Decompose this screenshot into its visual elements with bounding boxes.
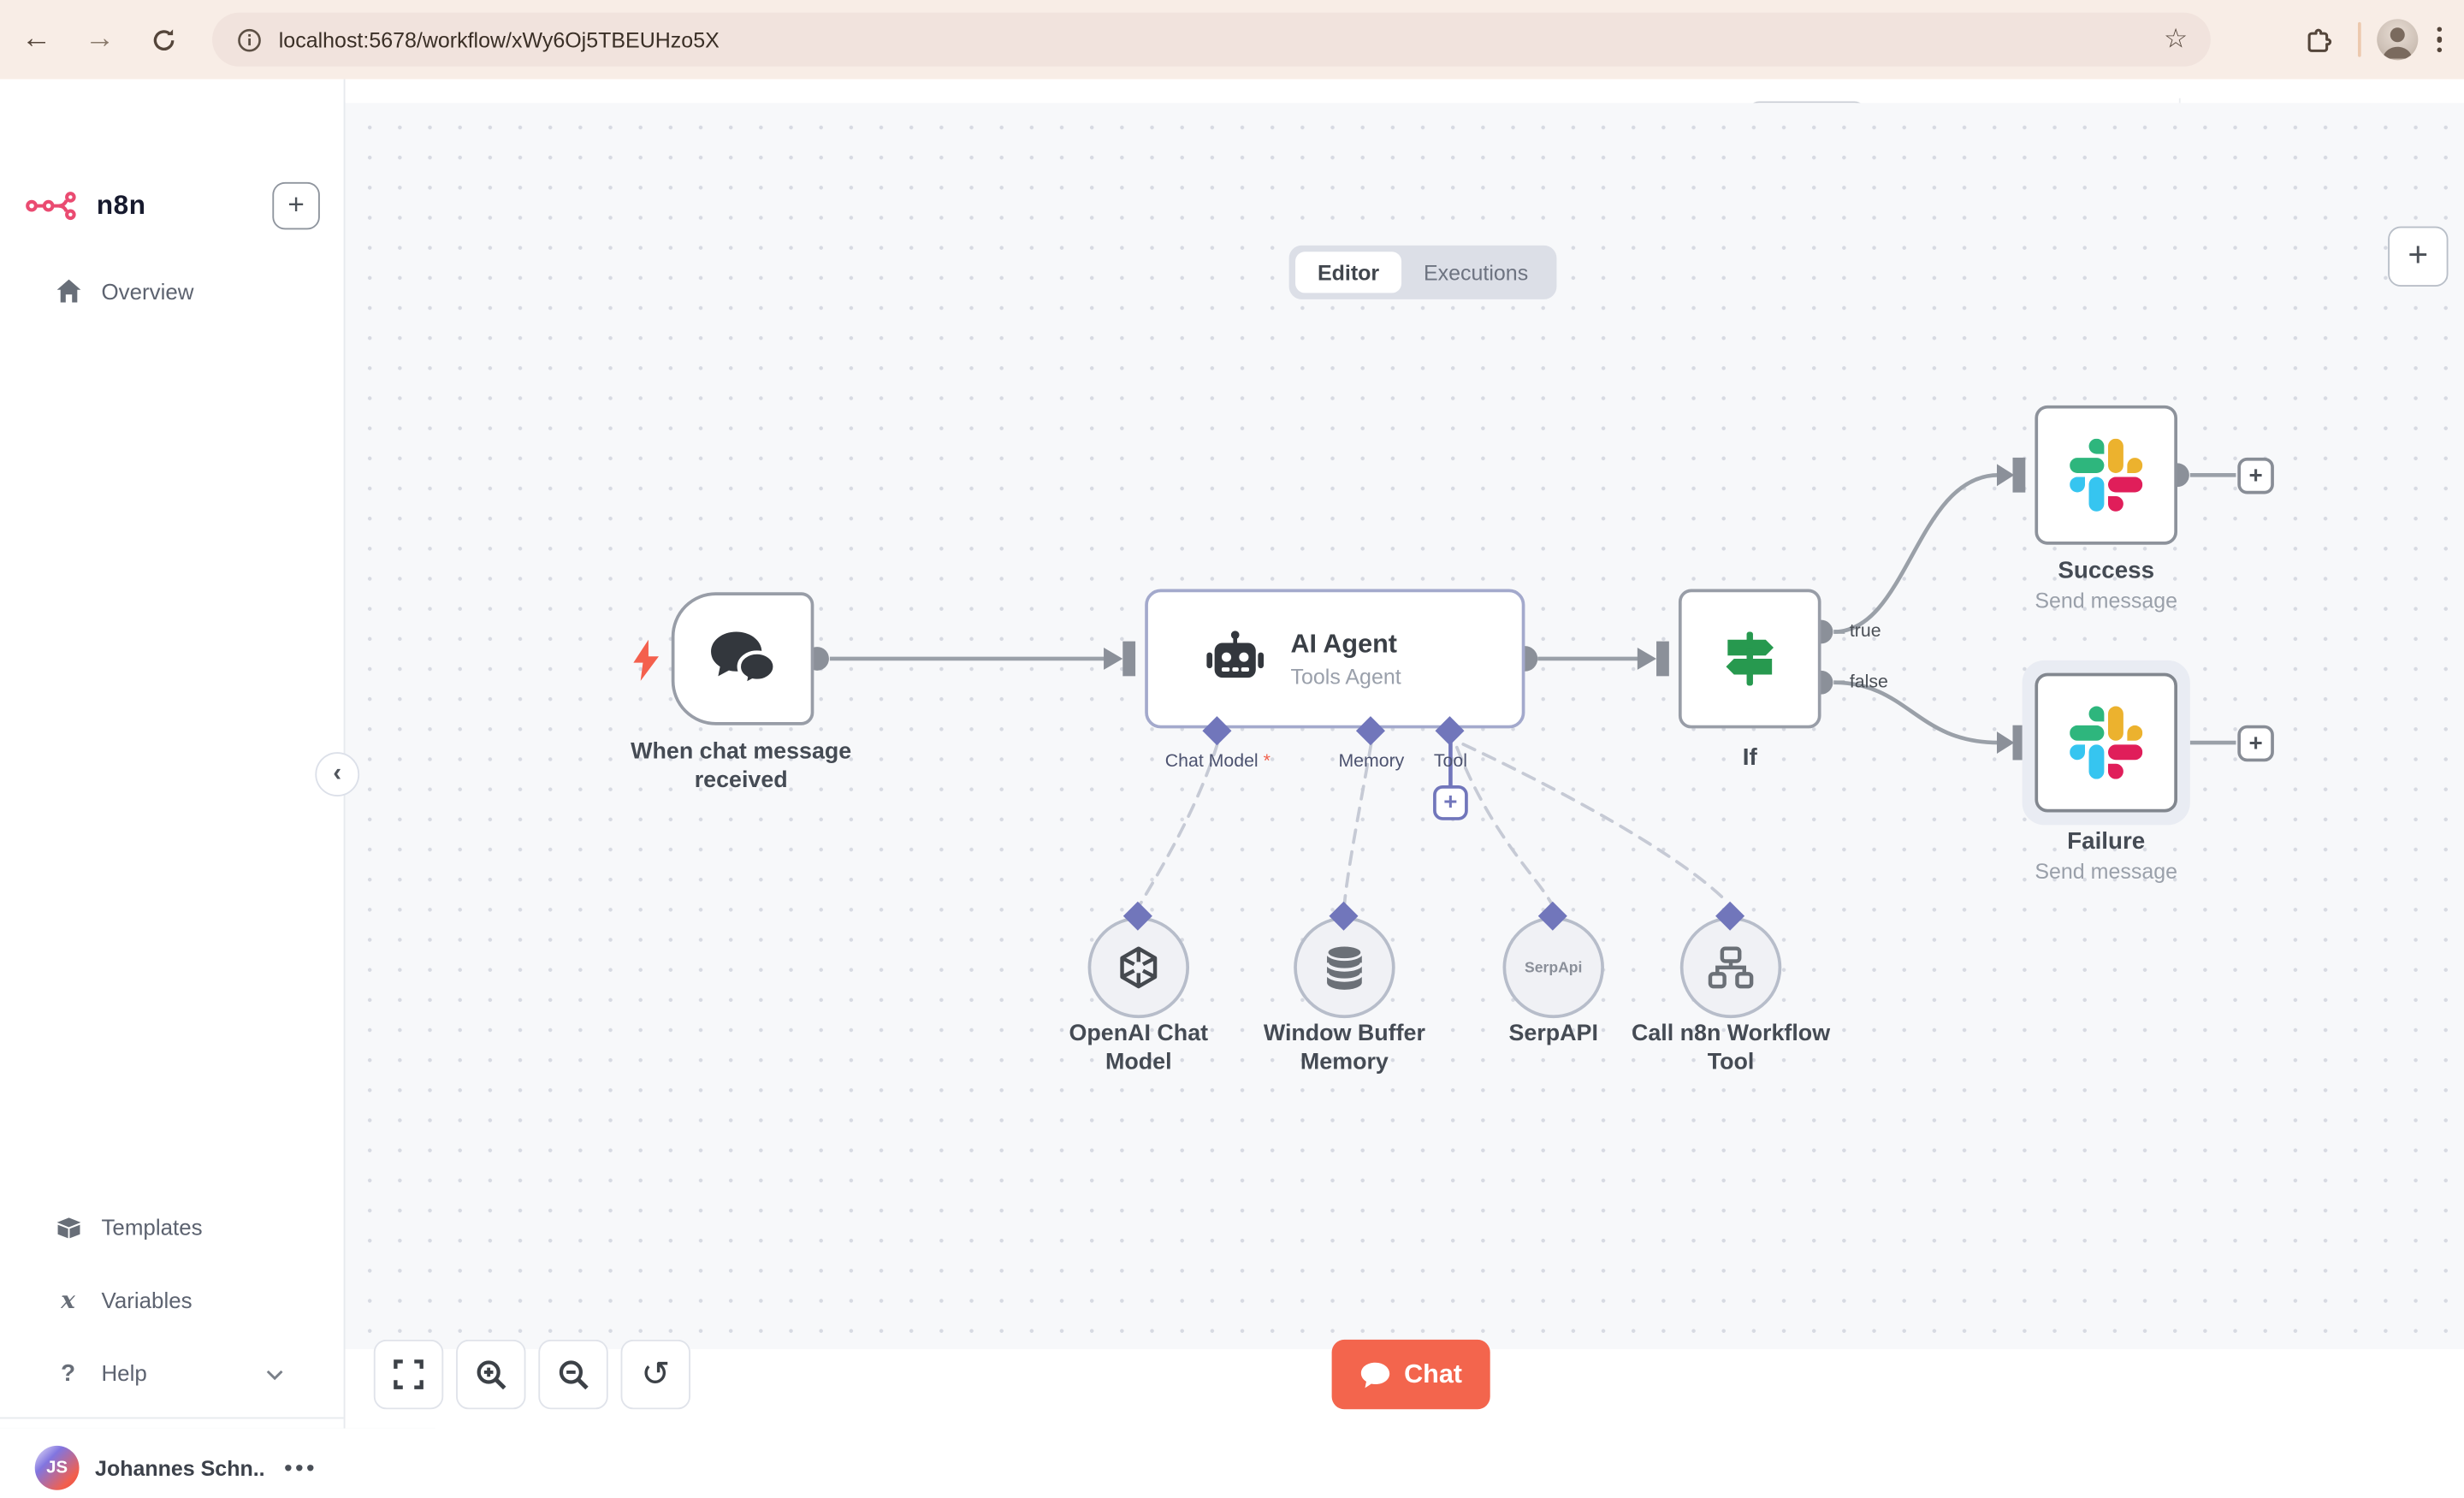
browser-profile-avatar[interactable] <box>2376 19 2418 61</box>
zoom-in-button[interactable] <box>456 1339 526 1410</box>
browser-actions <box>2294 0 2464 80</box>
node-window-buffer-memory[interactable] <box>1294 916 1395 1019</box>
node-label: SerpAPI <box>1508 1021 1598 1047</box>
browser-back-icon[interactable]: ← <box>9 13 63 67</box>
slack-icon <box>2070 706 2143 779</box>
add-node-canvas-button[interactable]: + <box>2388 226 2449 287</box>
canvas-controls: ↺ <box>373 1339 690 1410</box>
node-call-n8n-workflow-tool[interactable] <box>1679 916 1782 1019</box>
n8n-logo[interactable]: n8n <box>26 177 146 234</box>
node-openai-chat-model[interactable] <box>1087 916 1190 1019</box>
variable-x-icon: x <box>61 1285 75 1315</box>
fit-view-icon <box>394 1359 424 1389</box>
node-label: If <box>1742 743 1757 772</box>
add-tool-button[interactable]: + <box>1433 785 1468 820</box>
chat-button-label: Chat <box>1404 1359 1462 1388</box>
robot-icon <box>1206 631 1265 678</box>
output-label-true: true <box>1849 622 1881 642</box>
serpapi-icon-text: SerpApi <box>1525 958 1583 977</box>
browser-reload-icon[interactable] <box>136 13 190 67</box>
sidebar-item-label: Variables <box>101 1287 192 1313</box>
extensions-icon[interactable] <box>2294 16 2342 64</box>
sidebar-item-label: Overview <box>101 278 194 305</box>
node-label: Failure <box>2067 828 2146 856</box>
toolbar-divider <box>2357 21 2360 57</box>
n8n-app-window: ← → localhost:5678/workflow/xWy6Oj5TBEUH… <box>0 0 2464 1490</box>
browser-toolbar: ← → localhost:5678/workflow/xWy6Oj5TBEUH… <box>0 0 2464 80</box>
chat-bubble-icon <box>1360 1361 1389 1388</box>
node-label: OpenAI Chat Model <box>1069 1021 1209 1075</box>
port-label: Chat Model <box>1164 752 1259 772</box>
output-label-false: false <box>1849 672 1888 692</box>
node-title: AI Agent <box>1290 629 1397 659</box>
sidebar-collapse-button[interactable]: ‹ <box>315 752 360 797</box>
new-workflow-button[interactable]: + <box>272 181 320 230</box>
person-icon <box>2381 27 2412 59</box>
port-label: Memory <box>1338 752 1405 772</box>
node-sublabel: Send message <box>2035 860 2178 884</box>
node-label: Call n8n Workflow Tool <box>1631 1021 1831 1075</box>
node-when-chat-message-received[interactable] <box>671 592 814 725</box>
browser-forward-icon[interactable]: → <box>73 13 127 67</box>
sidebar-item-templates[interactable]: Templates <box>0 1204 345 1252</box>
signpost-icon <box>1726 631 1774 686</box>
node-label: Success <box>2058 557 2155 584</box>
tab-executions[interactable]: Executions <box>1401 252 1550 293</box>
chat-button[interactable]: Chat <box>1331 1339 1490 1410</box>
node-failure[interactable] <box>2035 672 2177 813</box>
database-icon <box>1325 944 1364 990</box>
zoom-in-icon <box>476 1359 506 1389</box>
site-info-icon[interactable] <box>225 16 273 64</box>
box-icon <box>54 1216 82 1240</box>
sidebar-item-label: Help <box>101 1359 147 1386</box>
browser-menu-icon[interactable] <box>2436 27 2443 53</box>
view-tabs: Editor Executions <box>1288 245 1557 299</box>
trigger-bolt-icon <box>633 639 659 681</box>
sidebar-item-overview[interactable]: Overview <box>0 268 345 316</box>
zoom-out-button[interactable] <box>538 1339 608 1410</box>
chevron-down-icon <box>266 1360 283 1386</box>
user-options-icon[interactable] <box>285 1465 314 1471</box>
n8n-logo-icon <box>26 192 76 221</box>
zoom-to-fit-button[interactable] <box>373 1339 444 1410</box>
sidebar-item-label: Templates <box>101 1214 203 1240</box>
openai-icon <box>1120 946 1158 989</box>
sidebar: n8n + Overview Templates x Variables ? H… <box>0 79 346 1490</box>
node-label: Window Buffer Memory <box>1263 1021 1425 1075</box>
address-bar[interactable]: localhost:5678/workflow/xWy6Oj5TBEUHzo5X… <box>212 12 2211 67</box>
question-icon: ? <box>61 1359 76 1387</box>
node-subtitle: Tools Agent <box>1290 664 1401 689</box>
port-label: Tool <box>1433 752 1467 772</box>
sidebar-divider <box>0 1417 344 1419</box>
home-icon <box>54 279 82 305</box>
agent-text-block: AI Agent Tools Agent <box>1290 630 1401 688</box>
sidebar-item-help[interactable]: ? Help <box>0 1349 345 1397</box>
node-success[interactable] <box>2035 405 2177 545</box>
node-sublabel: Send message <box>2035 589 2178 613</box>
avatar: JS <box>34 1445 80 1490</box>
reset-zoom-button[interactable]: ↺ <box>620 1339 690 1410</box>
add-node-button[interactable]: + <box>2237 725 2274 762</box>
logo-text: n8n <box>96 190 146 221</box>
sidebar-item-variables[interactable]: x Variables <box>0 1276 345 1324</box>
sitemap-icon <box>1708 946 1754 989</box>
user-name: Johannes Schn... <box>95 1455 266 1480</box>
add-node-button[interactable]: + <box>2237 457 2274 494</box>
url-text: localhost:5678/workflow/xWy6Oj5TBEUHzo5X <box>278 27 720 52</box>
bookmark-star-icon[interactable]: ☆ <box>2160 24 2192 56</box>
zoom-out-icon <box>558 1359 588 1389</box>
tab-editor[interactable]: Editor <box>1295 252 1402 293</box>
puzzle-icon <box>2307 27 2332 51</box>
slack-icon <box>2070 438 2143 512</box>
node-serpapi[interactable]: SerpApi <box>1502 916 1604 1019</box>
user-menu[interactable]: JS Johannes Schn... <box>0 1438 345 1498</box>
info-icon <box>237 27 260 51</box>
undo-icon: ↺ <box>641 1353 671 1394</box>
chat-bubbles-icon <box>711 631 777 689</box>
required-asterisk: * <box>1263 752 1270 772</box>
node-if[interactable] <box>1678 589 1821 729</box>
node-label: When chat message received <box>631 739 852 794</box>
reload-icon <box>152 28 174 50</box>
node-ai-agent[interactable]: AI Agent Tools Agent <box>1145 589 1525 729</box>
